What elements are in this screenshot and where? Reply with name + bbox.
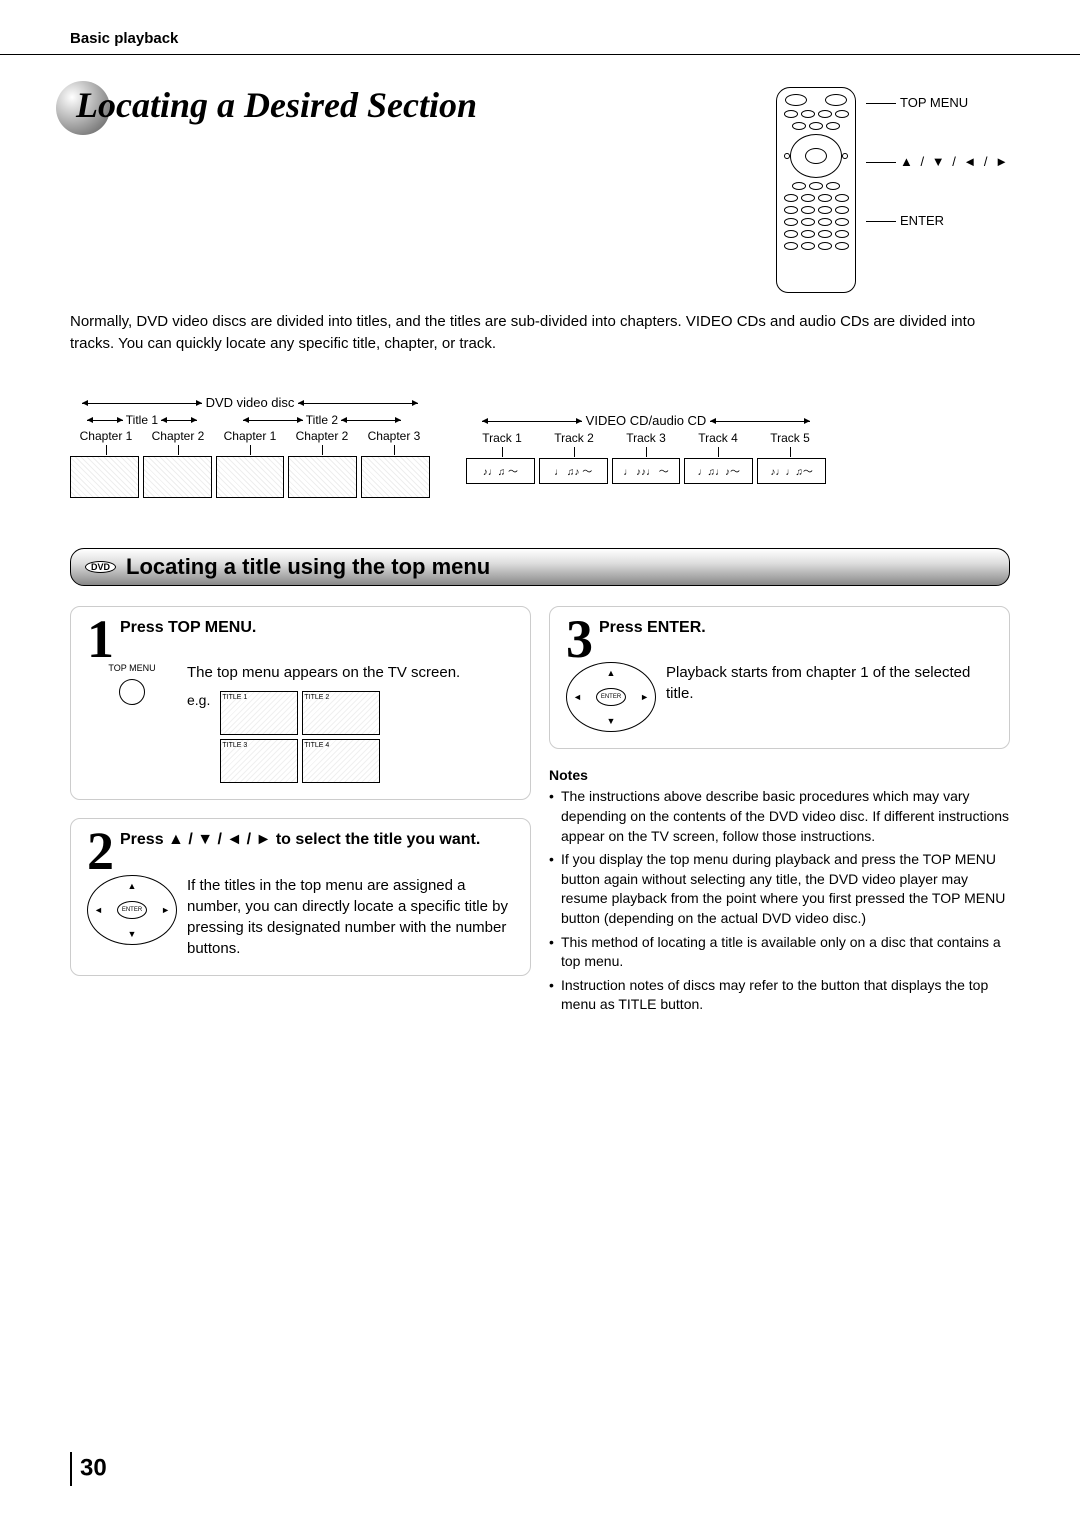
- chapter-thumb-icon: [288, 456, 357, 498]
- chapter-thumb-icon: [143, 456, 212, 498]
- remote-callout: TOP MENU ▲ / ▼ / ◄ / ► ENTER: [776, 87, 1010, 293]
- topmenu-label: TOP MENU: [108, 662, 155, 675]
- chapter-thumb-icon: [361, 456, 430, 498]
- notes-title: Notes: [549, 767, 1010, 783]
- eg-label: e.g.: [187, 691, 210, 711]
- note-item: This method of locating a title is avail…: [549, 933, 1010, 972]
- notes-section: Notes The instructions above describe ba…: [549, 767, 1010, 1015]
- topmenu-button-icon: [119, 679, 145, 705]
- note-item: If you display the top menu during playb…: [549, 850, 1010, 928]
- header-rule: [0, 54, 1080, 55]
- cd-structure-diagram: VIDEO CD/audio CD Track 1 Track 2 Track …: [466, 413, 826, 498]
- intro-paragraph: Normally, DVD video discs are divided in…: [70, 311, 1010, 355]
- remote-label-arrows: ▲ / ▼ / ◄ / ►: [900, 154, 1010, 169]
- subsection-title: Locating a title using the top menu: [126, 554, 490, 580]
- page-title: Locating a Desired Section: [70, 87, 477, 123]
- track-thumb-icon: ♪♩♩♫～: [757, 458, 826, 484]
- step-body: If the titles in the top menu are assign…: [187, 875, 514, 959]
- enter-button-icon: ENTER: [596, 688, 626, 706]
- dvd-structure-diagram: DVD video disc Title 1 Title 2 Chapter 1…: [70, 395, 430, 498]
- step-1: 1 Press TOP MENU. TOP MENU The top menu …: [70, 606, 531, 801]
- track-thumb-icon: ♩ ♫♪ ～: [539, 458, 608, 484]
- title-menu-example: TITLE 1 TITLE 2 TITLE 3 TITLE 4: [220, 691, 380, 783]
- step-3: 3 Press ENTER. ▲▼ ◄► ENTER Playback star…: [549, 606, 1010, 750]
- note-item: Instruction notes of discs may refer to …: [549, 976, 1010, 1015]
- enter-button-icon: ENTER: [117, 901, 147, 919]
- page-number: 30: [70, 1452, 107, 1486]
- dpad-icon: ▲▼ ◄► ENTER: [566, 662, 656, 732]
- step-number: 3: [566, 617, 593, 663]
- remote-icon: [776, 87, 856, 293]
- subsection-header: DVD Locating a title using the top menu: [70, 548, 1010, 586]
- track-thumb-icon: ♩ ♪♪♩ ～: [612, 458, 681, 484]
- remote-label-topmenu: TOP MENU: [900, 95, 968, 110]
- step-number: 2: [87, 829, 114, 875]
- step-number: 1: [87, 617, 114, 663]
- step-title: Press ENTER.: [566, 617, 993, 637]
- dpad-icon: ▲▼ ◄► ENTER: [87, 875, 177, 945]
- step-2: 2 Press ▲ / ▼ / ◄ / ► to select the titl…: [70, 818, 531, 976]
- step-title: Press ▲ / ▼ / ◄ / ► to select the title …: [87, 829, 514, 849]
- chapter-thumb-icon: [216, 456, 285, 498]
- section-tag: Basic playback: [70, 30, 1010, 47]
- dvd-badge-icon: DVD: [85, 561, 116, 573]
- step-title: Press TOP MENU.: [87, 617, 514, 637]
- remote-label-enter: ENTER: [900, 213, 944, 228]
- track-thumb-icon: ♩♫♩♪～: [684, 458, 753, 484]
- step-body: The top menu appears on the TV screen.: [187, 662, 514, 683]
- track-thumb-icon: ♪♩♫ ～: [466, 458, 535, 484]
- step-body: Playback starts from chapter 1 of the se…: [666, 662, 993, 732]
- chapter-thumb-icon: [70, 456, 139, 498]
- note-item: The instructions above describe basic pr…: [549, 787, 1010, 846]
